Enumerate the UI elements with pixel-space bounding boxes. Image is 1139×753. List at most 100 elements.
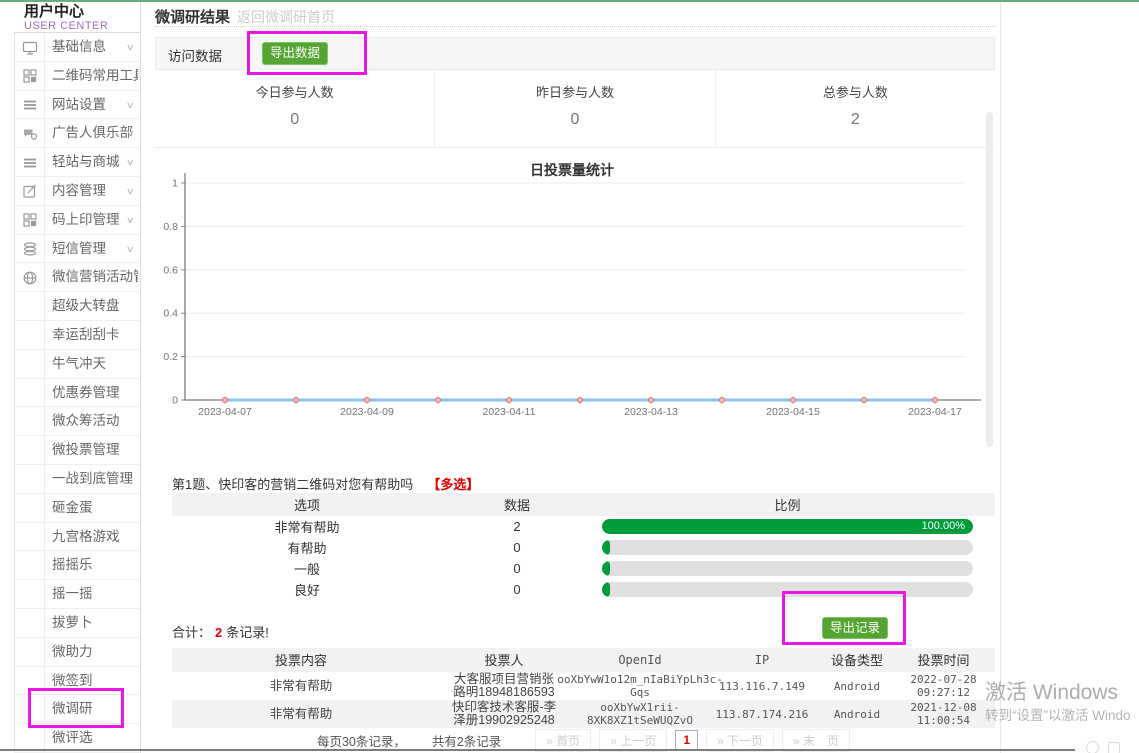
sidebar-item-lite-site-mall[interactable]: 轻站与商城 ∨ (14, 148, 140, 177)
list-icon (22, 155, 38, 171)
export-data-button[interactable]: 导出数据 (262, 42, 328, 65)
chevron-down-icon: ∨ (126, 119, 135, 148)
current-page-button[interactable]: 1 (675, 730, 698, 750)
list-icon (22, 97, 38, 113)
qr-code-icon (22, 212, 38, 228)
svg-text:1: 1 (172, 178, 178, 190)
chevron-down-icon: ∨ (126, 148, 135, 177)
faint-square-icon (1108, 742, 1120, 753)
sidebar-item-vote-mgmt[interactable]: 微投票管理 (14, 436, 140, 465)
sidebar-item-pull-radish[interactable]: 拔萝卜 (14, 609, 140, 638)
sidebar-item-grid-game[interactable]: 九宫格游戏 (14, 523, 140, 552)
record-count: 2 (215, 625, 222, 640)
bottom-edge-line (0, 749, 1075, 751)
user-center-page: 用户中心 USER CENTER 基础信息 ∨ 二维码常用工具 网站设置 ∨ 广… (0, 0, 1139, 753)
visit-data-label: 访问数据 (168, 45, 222, 65)
progress-fill: 100.00% (602, 519, 973, 534)
globe-icon (22, 270, 38, 286)
per-page-label: 每页30条记录， (317, 731, 406, 750)
chevron-down-icon: ∨ (126, 177, 135, 206)
sidebar-item-qr-tools[interactable]: 二维码常用工具 (14, 62, 140, 91)
sidebar-menu: 基础信息 ∨ 二维码常用工具 网站设置 ∨ 广告人俱乐部 ∨ 轻站与商城 ∨ 内… (14, 33, 140, 753)
svg-text:0.6: 0.6 (163, 264, 178, 276)
svg-text:0: 0 (172, 395, 178, 407)
progress-fill (602, 561, 610, 576)
sidebar-item-quiz-mgmt[interactable]: 一战到底管理 (14, 465, 140, 494)
stat-yesterday: 昨日参与人数 0 (434, 70, 714, 147)
brand-subtitle: USER CENTER (24, 20, 140, 32)
page-title: 微调研结果 (155, 6, 230, 27)
sidebar-item-crowdfunding[interactable]: 微众筹活动 (14, 407, 140, 436)
chevron-down-icon: ∨ (126, 91, 135, 120)
sidebar-item-site-settings[interactable]: 网站设置 ∨ (14, 91, 140, 120)
header-divider (155, 26, 995, 27)
records-header-row: 投票内容 投票人 OpenId IP 设备类型 投票时间 (172, 648, 995, 672)
stat-total: 总参与人数 2 (715, 70, 995, 147)
sidebar-item-code-print-mgmt[interactable]: 码上印管理 ∨ (14, 206, 140, 235)
windows-activation-watermark: 激活 Windows (985, 676, 1118, 706)
sidebar-item-shake[interactable]: 摇一摇 (14, 580, 140, 609)
windows-activation-watermark-sub: 转到“设置”以激活 Windo (985, 704, 1131, 724)
svg-text:2023-04-11: 2023-04-11 (483, 406, 536, 418)
back-link[interactable]: 返回微调研首页 (237, 7, 335, 27)
svg-text:0.4: 0.4 (163, 308, 178, 320)
sidebar-item-content-mgmt[interactable]: 内容管理 ∨ (14, 177, 140, 206)
top-accent-line (0, 0, 1139, 2)
svg-text:2023-04-13: 2023-04-13 (624, 406, 678, 418)
faint-circle-icon (1086, 741, 1099, 753)
brand-logo: 用户中心 USER CENTER (14, 2, 140, 33)
sidebar-item-ad-club[interactable]: 广告人俱乐部 ∨ (14, 119, 140, 148)
content-right-border (1000, 2, 1001, 753)
sidebar-item-survey[interactable]: 微调研 (14, 695, 140, 724)
progress-track (602, 540, 973, 555)
table-row: 非常有帮助 快印客技术客服-李 泽册19902925248 ooXbYwX1ri… (172, 700, 995, 728)
sidebar-item-sms-mgmt[interactable]: 短信管理 ∨ (14, 235, 140, 264)
sidebar-item-coupon-mgmt[interactable]: 优惠券管理 (14, 379, 140, 408)
sidebar-item-big-wheel[interactable]: 超级大转盘 (14, 292, 140, 321)
qr-code-icon (22, 68, 38, 84)
sidebar-right-border (140, 2, 141, 753)
sidebar-item-bull-luck[interactable]: 牛气冲天 (14, 350, 140, 379)
question-title: 第1题、快印客的营销二维码对您有帮助吗【多选】 (172, 474, 479, 493)
sidebar-item-wechat-marketing[interactable]: 微信营销活动管 (14, 263, 140, 292)
table-row: 非常有帮助 大客服项目营销张 路明18948186593 ooXbYwW1o12… (172, 672, 995, 700)
poll-header-row: 选项 数据 比例 (172, 493, 995, 516)
chevron-down-icon: ∨ (126, 33, 135, 62)
daily-vote-line-chart: 0 0.2 0.4 0.6 0.8 1 2023-04-07 2023-04-09 2023-0… (157, 150, 987, 425)
sidebar-item-sign-in[interactable]: 微签到 (14, 667, 140, 696)
total-records-label: 共有2条记录 (432, 731, 501, 750)
svg-text:2023-04-07: 2023-04-07 (198, 406, 252, 418)
progress-track (602, 561, 973, 576)
multi-select-tag: 【多选】 (427, 477, 479, 492)
sidebar-item-scratch-card[interactable]: 幸运刮刮卡 (14, 321, 140, 350)
poll-row: 良好 0 (172, 579, 995, 600)
database-icon (22, 241, 38, 257)
pagination: 每页30条记录， 共有2条记录 » 首页 » 上一页 1 » 下一页 » 末 页 (172, 729, 995, 751)
monitor-icon (22, 40, 38, 56)
poll-results-table: 选项 数据 比例 非常有帮助 2 100.00% 有帮助 0 一般 0 良好 0 (172, 493, 995, 600)
svg-text:2023-04-09: 2023-04-09 (340, 406, 394, 418)
chevron-down-icon: ∨ (126, 206, 135, 235)
svg-text:0.2: 0.2 (163, 351, 178, 363)
export-records-button[interactable]: 导出记录 (822, 617, 888, 639)
scrollbar[interactable] (986, 112, 993, 447)
svg-text:2023-04-17: 2023-04-17 (908, 406, 962, 418)
stat-today: 今日参与人数 0 (155, 70, 434, 147)
stats-row: 今日参与人数 0 昨日参与人数 0 总参与人数 2 (155, 70, 995, 148)
sidebar-item-basic-info[interactable]: 基础信息 ∨ (14, 33, 140, 62)
vote-records-table: 投票内容 投票人 OpenId IP 设备类型 投票时间 非常有帮助 大客服项目… (172, 648, 995, 728)
poll-row: 非常有帮助 2 100.00% (172, 516, 995, 537)
chevron-down-icon: ∨ (126, 235, 135, 264)
progress-fill (602, 540, 610, 555)
sidebar-item-yaoyaole[interactable]: 摇摇乐 (14, 551, 140, 580)
chat-icon (22, 126, 38, 142)
svg-text:0.8: 0.8 (163, 221, 178, 233)
sidebar-item-golden-egg[interactable]: 砸金蛋 (14, 494, 140, 523)
brand-title: 用户中心 (24, 4, 140, 20)
progress-fill (602, 582, 610, 597)
sidebar-item-boost[interactable]: 微助力 (14, 638, 140, 667)
progress-track: 100.00% (602, 519, 973, 534)
poll-row: 有帮助 0 (172, 537, 995, 558)
records-summary: 合计：2条记录! (172, 622, 269, 641)
svg-text:2023-04-15: 2023-04-15 (766, 406, 820, 418)
